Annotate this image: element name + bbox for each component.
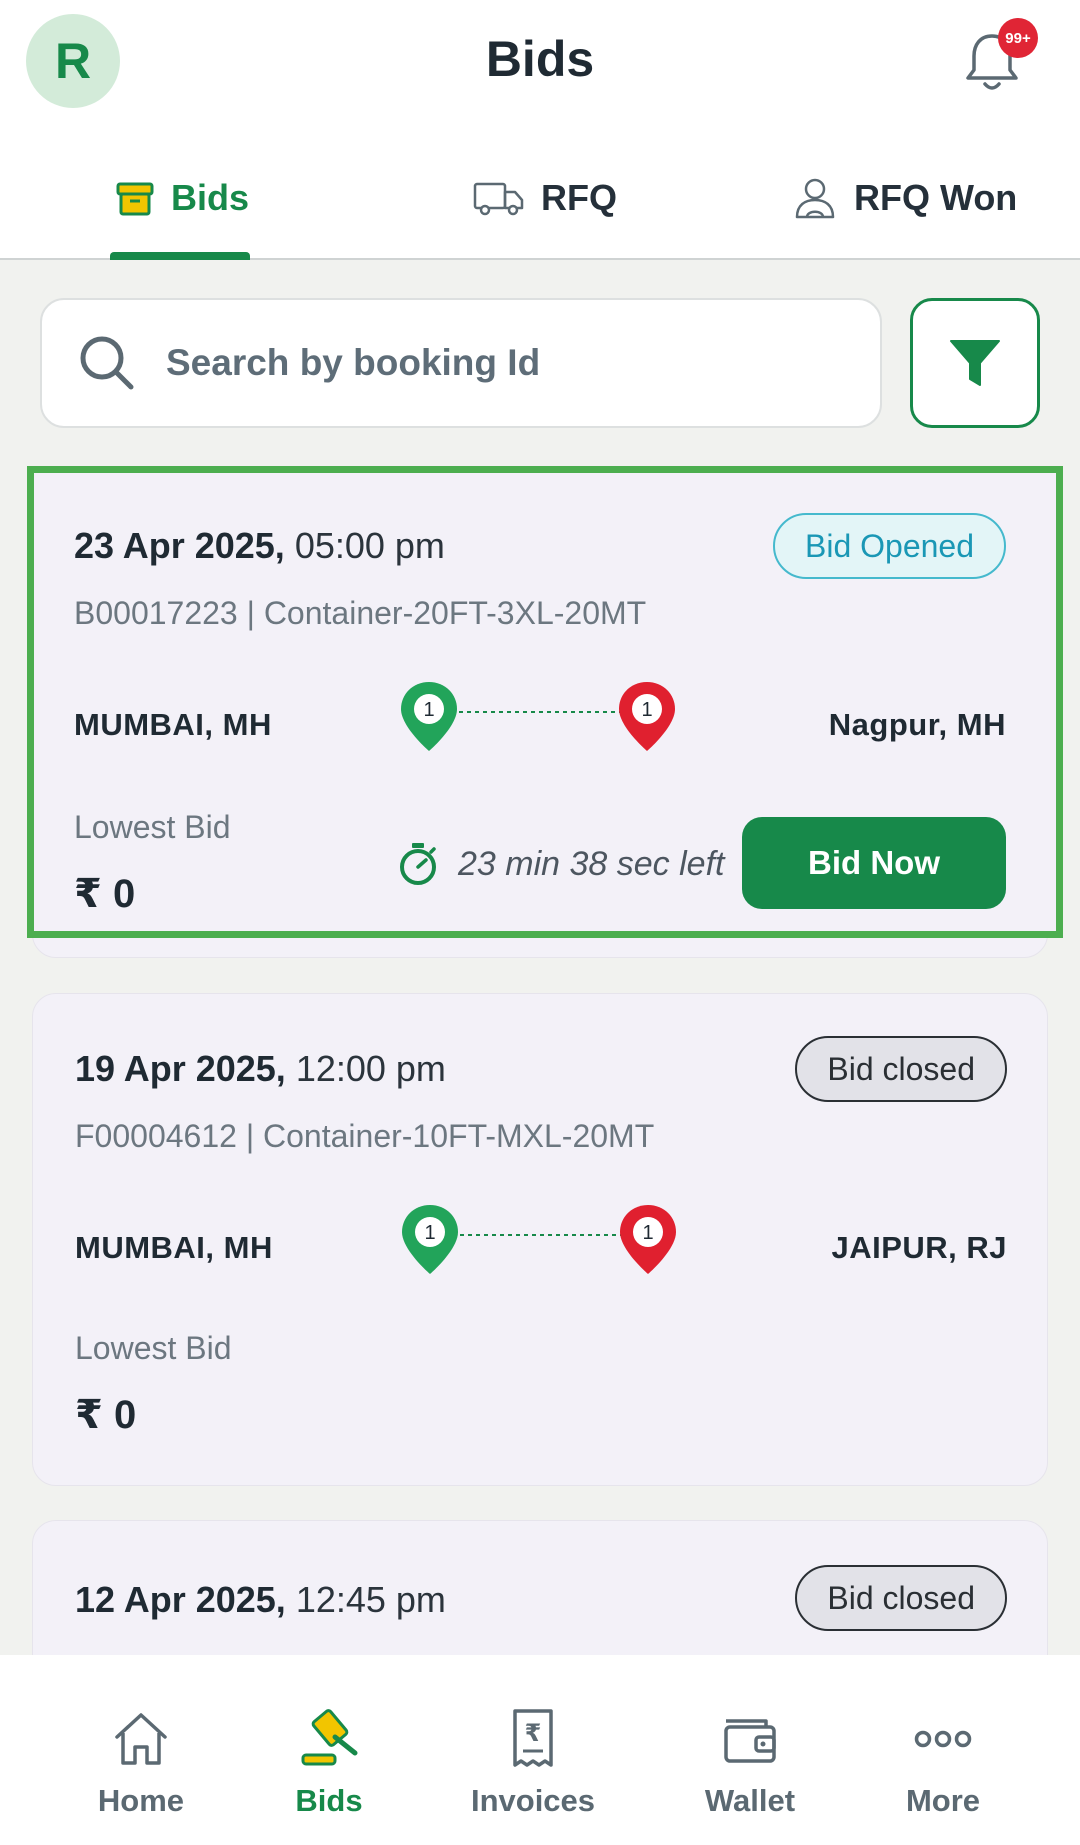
bid-card[interactable]: 19 Apr 2025, 12:00 pm Bid closed F000046… (32, 993, 1048, 1486)
stopwatch-icon (400, 843, 436, 885)
status-badge: Bid closed (795, 1565, 1007, 1631)
search-input[interactable]: Search by booking Id (40, 298, 882, 428)
status-badge: Bid closed (795, 1036, 1007, 1102)
svg-text:1: 1 (641, 699, 652, 721)
route-indicator: 1 1 (401, 682, 675, 751)
nav-label: Wallet (704, 1783, 796, 1818)
user-badge-icon (795, 178, 835, 219)
nav-wallet[interactable]: Wallet (665, 1707, 835, 1819)
filter-icon (950, 340, 1000, 386)
destination-city: JAIPUR, RJ (831, 1230, 1007, 1265)
destination-pin-icon: 1 (619, 682, 675, 751)
search-icon (80, 336, 134, 390)
tab-bids[interactable]: Bids (115, 168, 249, 228)
search-placeholder: Search by booking Id (166, 342, 541, 383)
svg-text:1: 1 (423, 699, 434, 721)
countdown-timer: 23 min 38 sec left (396, 841, 724, 887)
nav-more[interactable]: More (858, 1707, 1028, 1819)
tab-rfq[interactable]: RFQ (473, 168, 617, 228)
origin-city: MUMBAI, MH (74, 707, 272, 742)
nav-bids[interactable]: Bids (244, 1707, 414, 1819)
tab-label: RFQ (541, 177, 617, 218)
filter-button[interactable] (910, 298, 1040, 428)
app-header: R Bids 99+ (0, 0, 1080, 128)
booking-id-line: B00017223 | Container-20FT-3XL-20MT (74, 595, 647, 631)
timer-text: 23 min 38 sec left (458, 844, 725, 883)
svg-text:1: 1 (642, 1222, 653, 1244)
package-icon (116, 182, 154, 216)
nav-label: Bids (295, 1783, 363, 1818)
nav-label: Home (97, 1783, 185, 1818)
active-tab-indicator (110, 252, 250, 260)
tab-label: Bids (171, 177, 250, 218)
card-date: 23 Apr 2025, 05:00 pm (74, 525, 445, 566)
tab-bar: Bids RFQ RFQ Won (0, 128, 1080, 260)
svg-text:₹: ₹ (525, 1719, 542, 1747)
home-icon (115, 1713, 167, 1765)
notification-badge: 99+ (998, 18, 1038, 58)
gavel-icon (301, 1709, 358, 1766)
tab-label: RFQ Won (854, 177, 1018, 218)
nav-home[interactable]: Home (56, 1707, 226, 1819)
invoice-icon: ₹ (513, 1709, 553, 1767)
booking-id-line: F00004612 | Container-10FT-MXL-20MT (75, 1118, 655, 1154)
bid-now-button[interactable]: Bid Now (742, 817, 1006, 909)
route-indicator: 1 1 (402, 1205, 676, 1274)
origin-pin-icon: 1 (402, 1205, 458, 1274)
nav-invoices[interactable]: ₹ Invoices (448, 1707, 618, 1819)
truck-icon (473, 182, 524, 216)
svg-text:1: 1 (424, 1222, 435, 1244)
card-date: 12 Apr 2025, 12:45 pm (75, 1579, 446, 1620)
lowest-bid-value: ₹ 0 (74, 872, 136, 916)
page-title: Bids (485, 31, 595, 87)
card-date: 19 Apr 2025, 12:00 pm (75, 1048, 446, 1089)
tab-rfq-won[interactable]: RFQ Won (792, 168, 1017, 228)
origin-pin-icon: 1 (401, 682, 457, 751)
destination-pin-icon: 1 (620, 1205, 676, 1274)
nav-label: More (905, 1783, 981, 1818)
bid-card[interactable]: 23 Apr 2025, 05:00 pm Bid Opened B000172… (27, 466, 1063, 938)
destination-city: Nagpur, MH (828, 707, 1006, 742)
more-icon (914, 1730, 972, 1748)
lowest-bid-label: Lowest Bid (75, 1330, 232, 1366)
bottom-navigation: Home Bids ₹ Invoices Wallet More (0, 1655, 1080, 1845)
status-badge: Bid Opened (772, 513, 1006, 579)
wallet-icon (724, 1719, 776, 1763)
origin-city: MUMBAI, MH (75, 1230, 273, 1265)
lowest-bid-label: Lowest Bid (74, 809, 231, 845)
nav-label: Invoices (470, 1783, 596, 1818)
lowest-bid-value: ₹ 0 (75, 1393, 137, 1437)
